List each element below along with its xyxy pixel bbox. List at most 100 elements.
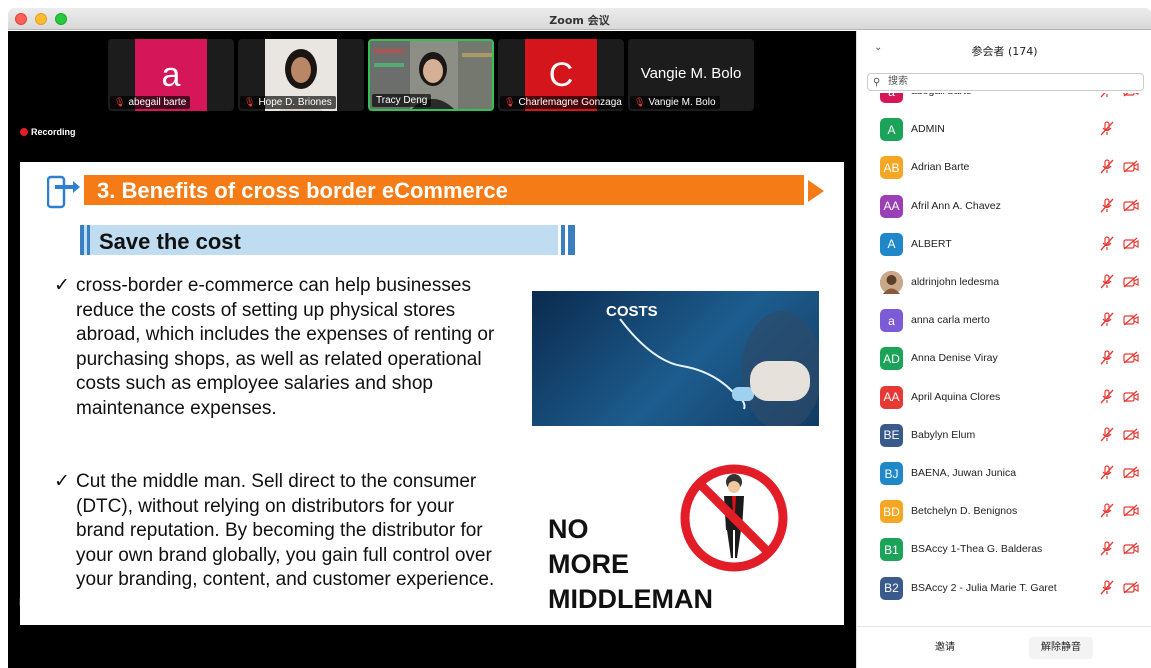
mic-muted-icon[interactable]	[1100, 427, 1114, 442]
camera-off-icon[interactable]	[1123, 199, 1139, 212]
mic-muted-icon[interactable]	[1100, 312, 1114, 327]
participant-name: anna carla merto	[911, 314, 990, 327]
camera-off-icon[interactable]	[1123, 390, 1139, 403]
participant-row[interactable]: BJ BAENA, Juwan Junica	[857, 455, 1151, 493]
participants-header: ⌄ 参会者 (174)	[857, 31, 1151, 67]
costs-label: COSTS	[606, 303, 658, 320]
mic-muted-icon: 🎙	[114, 97, 126, 107]
search-icon: ⚲	[873, 77, 881, 88]
participant-row[interactable]: AA Afril Ann A. Chavez	[857, 188, 1151, 226]
check-icon: ✓	[54, 471, 70, 492]
avatar	[880, 271, 903, 294]
mic-muted-icon[interactable]	[1100, 236, 1114, 251]
costs-graph-icon	[619, 311, 819, 426]
participant-name: abegail barte	[911, 93, 972, 97]
camera-off-icon[interactable]	[1123, 237, 1139, 250]
video-tile[interactable]: C 🎙 Charlemagne Gonzaga	[498, 39, 624, 111]
video-tile[interactable]: a 🎙 abegail barte	[108, 39, 234, 111]
avatar: BE	[880, 423, 903, 447]
participant-row[interactable]: B1 BSAccy 1-Thea G. Balderas	[857, 531, 1151, 569]
participant-row[interactable]: AA April Aquina Clores	[857, 379, 1151, 417]
participant-name: Betchelyn D. Benignos	[911, 505, 1018, 518]
avatar: a	[880, 309, 903, 333]
recording-indicator: Recording	[20, 127, 76, 137]
bullet-point: ✓ cross-border e-commerce can help busin…	[54, 275, 495, 419]
camera-off-icon[interactable]	[1123, 466, 1139, 479]
participant-row[interactable]: a abegail barte	[857, 93, 1151, 111]
participant-name: BSAccy 1-Thea G. Balderas	[911, 543, 1043, 556]
mic-muted-icon[interactable]	[1100, 579, 1114, 595]
avatar: B1	[880, 538, 903, 562]
window-titlebar: Zoom 会议	[8, 8, 1151, 30]
costs-image: COSTS	[532, 291, 819, 426]
tile-name-label: 🎙 Hope D. Briones	[240, 96, 336, 109]
mic-muted-icon[interactable]	[1100, 465, 1114, 480]
mic-muted-icon: 🎙	[244, 97, 256, 107]
shared-slide: 3. Benefits of cross border eCommerce Sa…	[20, 162, 844, 625]
mic-muted-icon[interactable]	[1100, 159, 1114, 174]
bullet-point: ✓ Cut the middle man. Sell direct to the…	[54, 471, 495, 590]
video-tile[interactable]: Vangie M. Bolo 🎙 Vangie M. Bolo	[628, 39, 754, 111]
participant-name: ALBERT	[911, 237, 952, 250]
tile-name-label: Tracy Deng	[372, 94, 432, 107]
window-title: Zoom 会议	[549, 14, 610, 27]
mic-muted-icon[interactable]	[1100, 388, 1114, 404]
camera-off-icon[interactable]	[1123, 351, 1139, 364]
participant-row[interactable]: AD Anna Denise Viray	[857, 340, 1151, 378]
camera-off-icon[interactable]	[1123, 313, 1139, 326]
avatar: B2	[880, 576, 903, 600]
participant-row[interactable]: A ADMIN	[857, 111, 1151, 149]
mic-muted-icon[interactable]	[1100, 503, 1114, 518]
mic-muted-icon: 🎙	[504, 97, 516, 107]
participant-name: BAENA, Juwan Junica	[911, 467, 1017, 479]
subtitle-bar-end	[568, 225, 575, 255]
participant-list[interactable]: a abegail barte A ADMIN AB Adrian Barte AA Afri…	[857, 93, 1151, 623]
tile-name-label: 🎙 Charlemagne Gonzaga	[500, 96, 624, 109]
participant-row[interactable]: BE Babylyn Elum	[857, 417, 1151, 455]
avatar: AA	[880, 385, 903, 409]
avatar: a	[880, 93, 903, 103]
participant-row[interactable]: B2 BSAccy 2 - Julia Marie T. Garet	[857, 570, 1151, 608]
camera-off-icon[interactable]	[1123, 581, 1139, 594]
subtitle-bar-end	[561, 225, 565, 255]
participant-name: April Aquina Clores	[911, 390, 1001, 403]
video-tile-active-speaker[interactable]: Tracy Deng	[368, 39, 494, 111]
participants-panel: ⌄ 参会者 (174) ⚲ 搜索 aabegail barteAADMINABA…	[856, 31, 1151, 668]
camera-off-icon[interactable]	[1123, 93, 1139, 97]
participant-row[interactable]: AB Adrian Barte	[857, 149, 1151, 187]
tile-name-label: 🎙 Vangie M. Bolo	[630, 96, 720, 109]
participant-row[interactable]: aldrinjohn ledesma	[857, 264, 1151, 302]
mic-muted-icon[interactable]	[1100, 197, 1114, 213]
record-dot-icon	[20, 128, 28, 136]
slide-title: 3. Benefits of cross border eCommerce	[97, 178, 508, 203]
avatar: AA	[880, 194, 903, 218]
mic-muted-icon[interactable]	[1100, 274, 1114, 289]
mic-muted-icon: 🎙	[634, 97, 646, 107]
participant-row[interactable]: BD Betchelyn D. Benignos	[857, 493, 1151, 531]
no-more-middleman-text: NO MORE MIDDLEMAN	[548, 514, 713, 614]
participant-row[interactable]: a anna carla merto	[857, 302, 1151, 340]
title-arrow	[808, 180, 824, 202]
mic-muted-icon[interactable]	[1100, 541, 1114, 556]
camera-off-icon[interactable]	[1123, 504, 1139, 517]
avatar: A	[880, 118, 903, 142]
video-tile[interactable]: 🎙 Hope D. Briones	[238, 39, 364, 111]
avatar: BJ	[880, 462, 903, 485]
participants-title: 参会者 (174)	[971, 45, 1038, 58]
invite-button[interactable]: 邀请	[917, 637, 973, 659]
avatar: A	[880, 232, 903, 256]
camera-off-icon[interactable]	[1123, 428, 1139, 441]
camera-off-icon[interactable]	[1123, 275, 1139, 288]
mic-muted-icon[interactable]	[1100, 121, 1114, 136]
tile-big-name: Vangie M. Bolo	[640, 65, 742, 82]
mic-muted-icon[interactable]	[1100, 350, 1114, 365]
camera-off-icon[interactable]	[1123, 542, 1139, 555]
participant-name: aldrinjohn ledesma	[911, 276, 1000, 288]
mic-muted-icon[interactable]	[1100, 93, 1114, 98]
recording-label: Recording	[31, 127, 76, 137]
camera-off-icon[interactable]	[1123, 160, 1139, 173]
participant-search-input[interactable]: ⚲ 搜索	[867, 73, 1144, 91]
participant-row[interactable]: A ALBERT	[857, 226, 1151, 264]
tile-name-label: 🎙 abegail barte	[110, 96, 191, 109]
unmute-all-button[interactable]: 解除静音	[1029, 637, 1093, 659]
